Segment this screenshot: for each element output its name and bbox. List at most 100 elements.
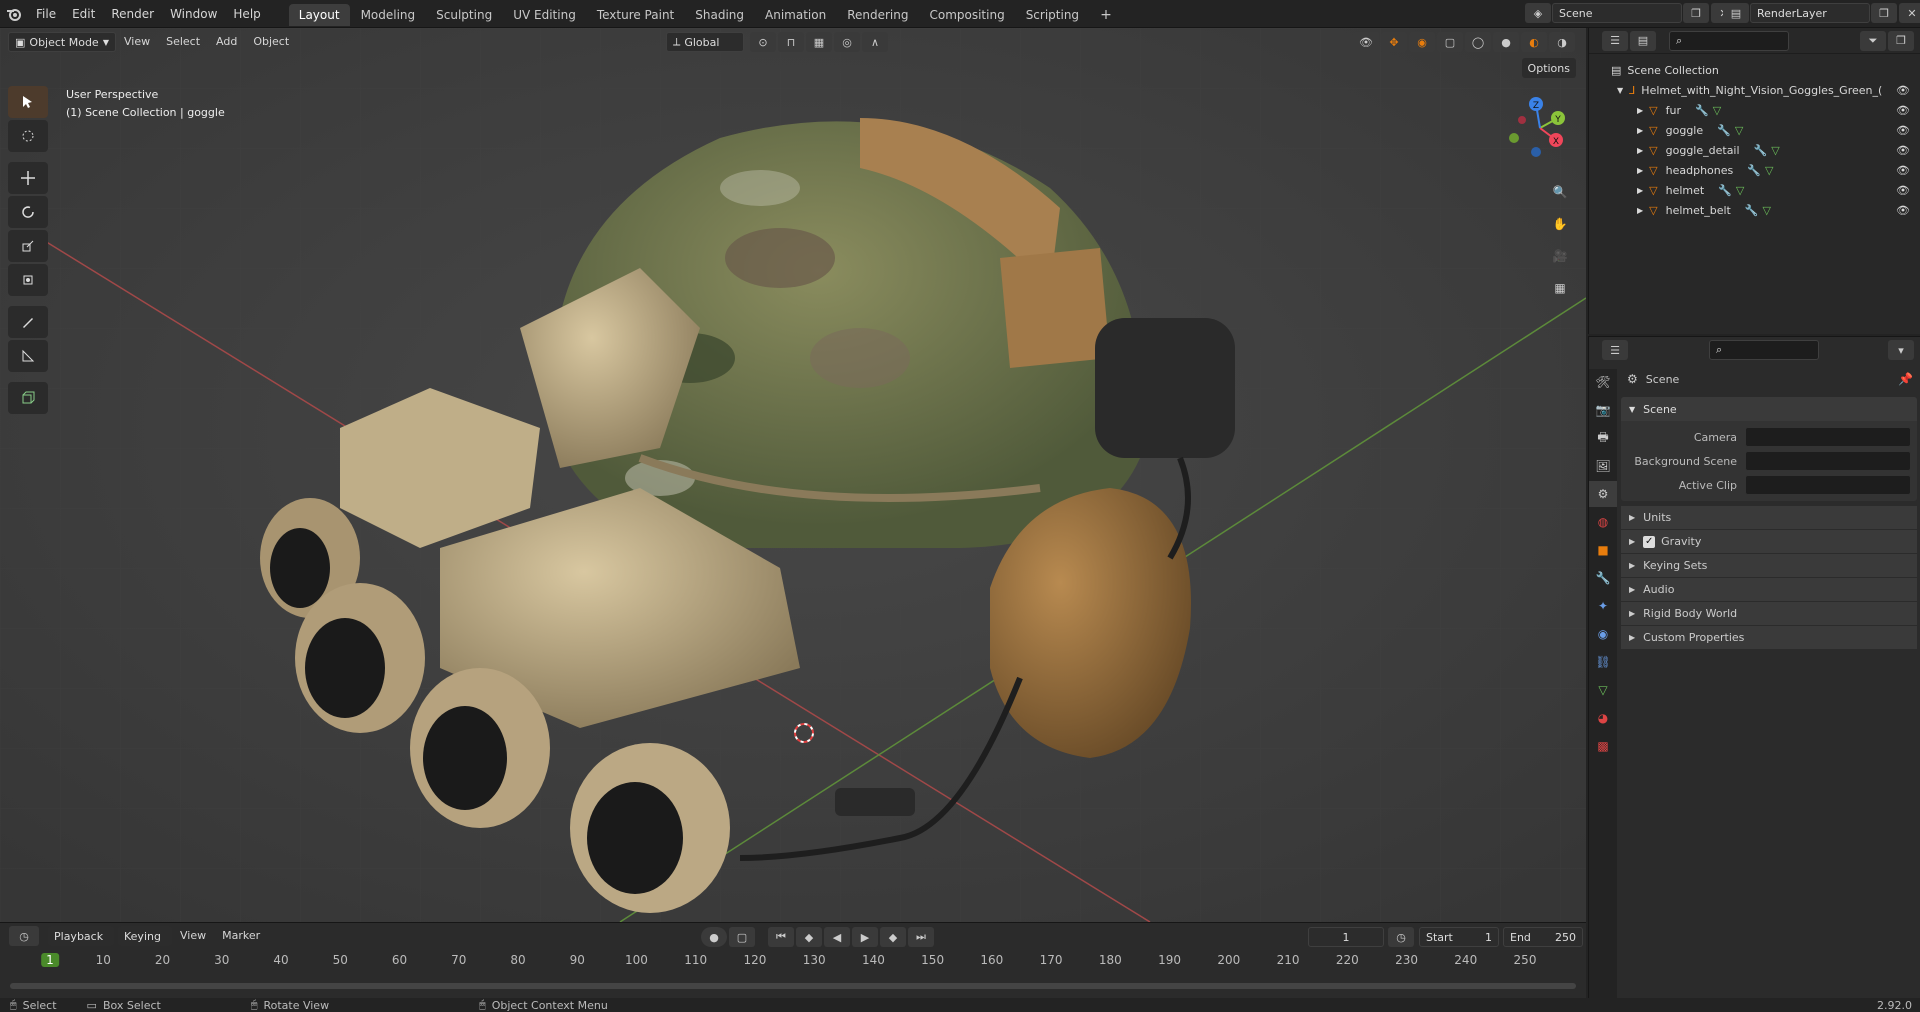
add-cube-tool-icon[interactable] — [8, 382, 48, 414]
scene-field[interactable]: Scene — [1552, 3, 1682, 23]
material-tab-icon[interactable]: ◕ — [1589, 705, 1617, 731]
vp-menu-add[interactable]: Add — [208, 30, 245, 54]
play-icon[interactable]: ▶ — [852, 927, 878, 947]
view-layer-tab-icon[interactable]: 🖼 — [1589, 453, 1617, 479]
gizmo-toggle-icon[interactable]: ✥ — [1381, 32, 1407, 52]
prev-keyframe-icon[interactable]: ◆ — [796, 927, 822, 947]
expand-right-icon[interactable]: ▶ — [1637, 126, 1643, 135]
tab-sculpting[interactable]: Sculpting — [426, 4, 502, 26]
keying-dropdown[interactable]: Keying — [118, 926, 172, 946]
tl-menu-marker[interactable]: Marker — [214, 924, 268, 948]
outliner-item-helmet[interactable]: ▶ ▽ helmet 🔧 ▽ 👁 — [1589, 180, 1920, 200]
proportional-edit-icon[interactable]: ◎ — [834, 32, 860, 52]
constraints-tab-icon[interactable]: ⛓ — [1589, 649, 1617, 675]
physics-tab-icon[interactable]: ◉ — [1589, 621, 1617, 647]
camera-field[interactable] — [1745, 427, 1911, 447]
overlay-toggle-icon[interactable]: ◉ — [1409, 32, 1435, 52]
outliner-collection-helmet[interactable]: ▼ ⅃ Helmet_with_Night_Vision_Goggles_Gre… — [1589, 80, 1920, 100]
vp-menu-select[interactable]: Select — [158, 30, 208, 54]
navigation-gizmo[interactable]: Y X Z — [1500, 88, 1580, 168]
texture-tab-icon[interactable]: ▩ — [1589, 733, 1617, 759]
rigid-body-world-panel[interactable]: ▶ Rigid Body World — [1621, 601, 1917, 625]
units-panel[interactable]: ▶ Units — [1621, 505, 1917, 529]
3d-viewport[interactable]: ▣ Object Mode ▼ View Select Add Object ⟂… — [0, 28, 1586, 922]
transform-tool-icon[interactable] — [8, 264, 48, 296]
keying-sets-panel[interactable]: ▶ Keying Sets — [1621, 553, 1917, 577]
auto-key-icon[interactable]: ▢ — [729, 927, 755, 947]
view-layer-icon[interactable]: ▤ — [1723, 3, 1749, 23]
preview-range-icon[interactable]: ◷ — [1388, 927, 1414, 947]
object-tab-icon[interactable]: ■ — [1589, 537, 1617, 563]
tool-tab-icon[interactable]: 🛠 — [1589, 369, 1617, 395]
zoom-icon[interactable]: 🔍 — [1546, 178, 1574, 206]
pin-icon[interactable]: 📌 — [1898, 372, 1913, 386]
active-clip-field[interactable] — [1745, 475, 1911, 495]
background-scene-field[interactable] — [1745, 451, 1911, 471]
filter-icon[interactable]: ⏷ — [1860, 30, 1886, 51]
tab-compositing[interactable]: Compositing — [919, 4, 1014, 26]
gravity-checkbox[interactable]: ✓ — [1643, 535, 1656, 548]
visibility-eye-icon[interactable]: 👁 — [1896, 204, 1910, 217]
expand-right-icon[interactable]: ▶ — [1637, 166, 1643, 175]
timeline-scrollbar[interactable] — [10, 983, 1576, 989]
move-tool-icon[interactable] — [8, 162, 48, 194]
object-mode-dropdown[interactable]: ▣ Object Mode ▼ — [8, 32, 116, 52]
properties-type-icon[interactable]: ☰ — [1602, 340, 1628, 360]
render-tab-icon[interactable]: 📷 — [1589, 397, 1617, 423]
add-workspace-icon[interactable]: + — [1090, 4, 1122, 26]
menu-edit[interactable]: Edit — [64, 2, 103, 26]
scale-tool-icon[interactable] — [8, 230, 48, 262]
properties-search-input[interactable]: ⌕ — [1709, 340, 1819, 360]
menu-help[interactable]: Help — [225, 2, 268, 26]
menu-render[interactable]: Render — [103, 2, 162, 26]
pan-hand-icon[interactable]: ✋ — [1546, 210, 1574, 238]
visibility-eye-icon[interactable]: 👁 — [1896, 104, 1910, 117]
playback-dropdown[interactable]: Playback — [48, 926, 114, 946]
timeline-ruler[interactable]: 1 10 20 30 40 50 60 70 80 90 100 110 120 130 140 150 160… — [8, 949, 1578, 973]
end-frame-field[interactable]: End 250 — [1503, 927, 1583, 947]
visibility-icon[interactable]: 👁 — [1353, 32, 1379, 52]
expand-right-icon[interactable]: ▶ — [1637, 186, 1643, 195]
snap-settings-icon[interactable]: ▦ — [806, 32, 832, 52]
expand-right-icon[interactable]: ▶ — [1637, 206, 1643, 215]
timeline-editor-type-icon[interactable]: ◷ — [9, 926, 39, 946]
data-tab-icon[interactable]: ▽ — [1589, 677, 1617, 703]
record-icon[interactable]: ● — [701, 927, 727, 947]
cursor-tool-icon[interactable] — [8, 120, 48, 152]
outliner-item-helmet-belt[interactable]: ▶ ▽ helmet_belt 🔧 ▽ 👁 — [1589, 200, 1920, 220]
annotate-tool-icon[interactable] — [8, 306, 48, 338]
visibility-eye-icon[interactable]: 👁 — [1896, 144, 1910, 157]
vp-menu-object[interactable]: Object — [245, 30, 297, 54]
rendered-shading-icon[interactable]: ◑ — [1549, 32, 1575, 52]
new-scene-icon[interactable]: ❐ — [1683, 3, 1709, 23]
outliner-item-headphones[interactable]: ▶ ▽ headphones 🔧 ▽ 👁 — [1589, 160, 1920, 180]
new-layer-icon[interactable]: ❐ — [1871, 3, 1897, 23]
properties-options-icon[interactable]: ▾ — [1888, 340, 1914, 360]
outliner-item-fur[interactable]: ▶ ▽ fur 🔧 ▽ 👁 — [1589, 100, 1920, 120]
blender-logo-icon[interactable] — [0, 3, 28, 25]
snap-icon[interactable]: ⊓ — [778, 32, 804, 52]
select-tool-icon[interactable] — [8, 86, 48, 118]
tab-rendering[interactable]: Rendering — [837, 4, 918, 26]
tl-menu-view[interactable]: View — [172, 924, 214, 948]
jump-end-icon[interactable]: ⏭ — [908, 927, 934, 947]
vp-menu-view[interactable]: View — [116, 30, 158, 54]
falloff-icon[interactable]: ∧ — [862, 32, 888, 52]
output-tab-icon[interactable]: 🖶 — [1589, 425, 1617, 451]
transform-orientation-dropdown[interactable]: ⟂ Global — [666, 32, 744, 52]
world-tab-icon[interactable]: ◍ — [1589, 509, 1617, 535]
expand-down-icon[interactable]: ▼ — [1617, 86, 1623, 95]
current-frame-field[interactable]: 1 — [1308, 927, 1384, 947]
camera-view-icon[interactable]: 🎥 — [1546, 242, 1574, 270]
scene-selector-icon[interactable]: ◈ — [1525, 3, 1551, 23]
audio-panel[interactable]: ▶ Audio — [1621, 577, 1917, 601]
pivot-icon[interactable]: ⊙ — [750, 32, 776, 52]
outliner-scene-collection[interactable]: ▤ Scene Collection — [1589, 60, 1920, 80]
particles-tab-icon[interactable]: ✦ — [1589, 593, 1617, 619]
measure-tool-icon[interactable] — [8, 340, 48, 372]
tab-shading[interactable]: Shading — [685, 4, 754, 26]
tab-texture-paint[interactable]: Texture Paint — [587, 4, 684, 26]
outliner-type-icon[interactable]: ☰ — [1602, 30, 1628, 51]
outliner-search-input[interactable]: ⌕ — [1669, 30, 1789, 51]
options-dropdown[interactable]: Options — [1521, 58, 1576, 78]
